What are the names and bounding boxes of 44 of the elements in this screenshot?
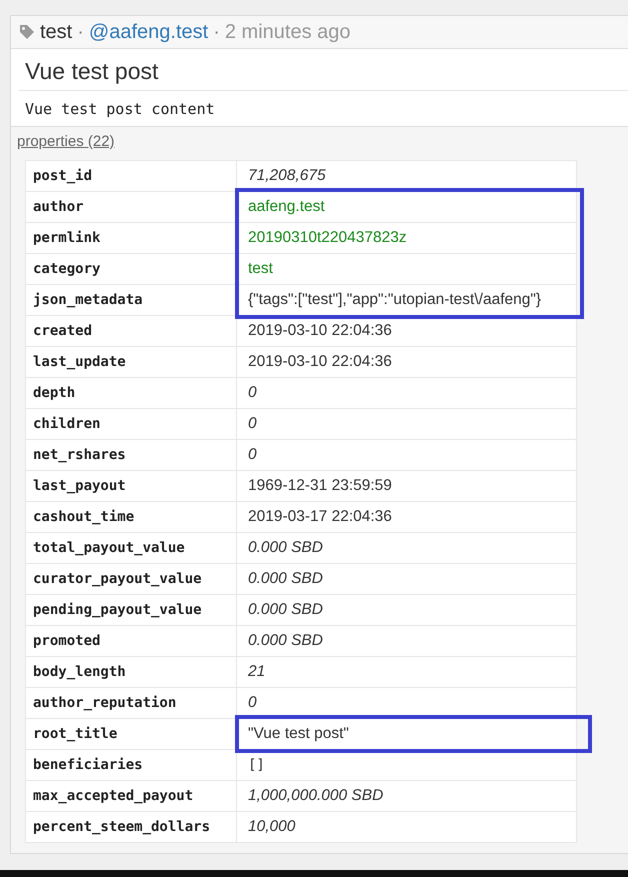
property-name: children <box>26 408 236 440</box>
property-name: promoted <box>26 626 236 656</box>
property-name: pending_payout_value <box>26 594 236 626</box>
property-name: total_payout_value <box>26 532 236 564</box>
property-name: category <box>26 254 236 284</box>
property-value: 1,000,000.000 SBD <box>236 780 576 812</box>
property-value: 2019-03-17 22:04:36 <box>236 502 576 532</box>
property-value: 0.000 SBD <box>236 594 576 626</box>
post-title: Vue test post <box>19 49 628 91</box>
author-link[interactable]: @aafeng.test <box>88 20 208 44</box>
tag-label[interactable]: test <box>40 20 72 44</box>
property-name: curator_payout_value <box>26 564 236 594</box>
properties-link[interactable]: properties (22) <box>17 133 115 150</box>
property-name: body_length <box>26 656 236 688</box>
separator: · <box>213 20 220 44</box>
property-name: depth <box>26 378 236 408</box>
property-name: root_title <box>26 718 236 750</box>
property-name: created <box>26 316 236 346</box>
property-name: cashout_time <box>26 502 236 532</box>
property-name: post_id <box>26 160 236 192</box>
property-name: beneficiaries <box>26 750 236 780</box>
separator: · <box>77 20 84 44</box>
property-value: 0 <box>236 440 576 470</box>
property-value: 0.000 SBD <box>236 626 576 656</box>
tag-icon <box>19 24 35 40</box>
property-value: 0.000 SBD <box>236 564 576 594</box>
timestamp: 2 minutes ago <box>224 20 351 44</box>
property-name: net_rshares <box>26 440 236 470</box>
property-value: 2019-03-10 22:04:36 <box>236 346 576 378</box>
property-name: max_accepted_payout <box>26 780 236 812</box>
property-name: permlink <box>26 222 236 254</box>
property-name: author <box>26 192 236 222</box>
property-name: percent_steem_dollars <box>26 812 236 842</box>
property-value: 0 <box>236 408 576 440</box>
property-name: json_metadata <box>26 284 236 316</box>
post-body: Vue test post content <box>24 99 216 120</box>
property-value: 21 <box>236 656 576 688</box>
property-value: 10,000 <box>236 812 576 842</box>
property-name: last_update <box>26 346 236 378</box>
property-value: 0 <box>236 378 576 408</box>
property-value: 1969-12-31 23:59:59 <box>236 470 576 502</box>
property-name: author_reputation <box>26 688 236 718</box>
property-name: last_payout <box>26 470 236 502</box>
property-value: 0.000 SBD <box>236 532 576 564</box>
